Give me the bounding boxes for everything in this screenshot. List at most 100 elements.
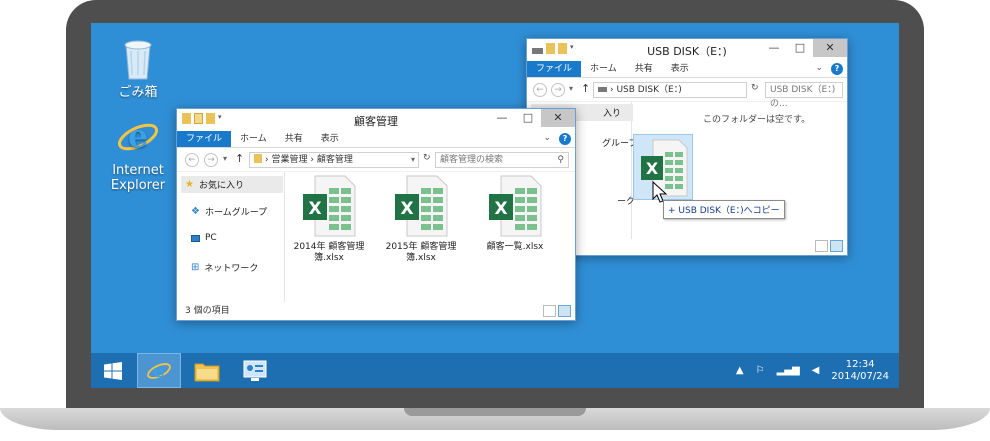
desktop-icon-label: Internet Explorer [110,163,166,193]
back-button[interactable]: ← [185,153,199,167]
pc-icon [191,234,200,242]
view-buttons [543,305,571,317]
titlebar[interactable]: ▾ USB DISK（E：) — □ ✕ [527,39,847,61]
desktop-icon-internet-explorer[interactable]: e Internet Explorer [103,115,173,193]
window-controls: — □ ✕ [761,39,847,57]
address-text: USB DISK（E：) [616,85,682,95]
taskbar: e ▲ ⚐ ▂▄▆ ◀ 12:34 2014/07/24 [91,353,899,388]
file-list[interactable]: このフォルダーは空です。 X + USB DISK（E：)へコピー [633,102,847,239]
clock[interactable]: 12:34 2014/07/24 [831,359,889,383]
volume-icon[interactable]: ◀ [812,365,820,376]
search-input[interactable]: 顧客管理の検索 ⚲ [435,152,569,168]
nav-label: PC [205,233,217,243]
nav-pc[interactable]: PC [191,233,217,243]
tab-file[interactable]: ファイル [177,131,232,147]
search-placeholder: 顧客管理の検索 [440,155,504,165]
network-signal-icon[interactable]: ▂▄▆ [777,365,800,376]
desktop-icon-label: ごみ箱 [118,85,158,100]
up-button[interactable]: ↑ [581,82,590,95]
svg-text:X: X [494,199,507,219]
action-center-icon[interactable]: ⚐ [756,365,765,376]
forward-button[interactable]: → [204,153,218,167]
tab-home[interactable]: ホーム [581,61,626,77]
svg-text:X: X [400,199,413,219]
file-item[interactable]: X 2015年 顧客管理簿.xlsx [385,174,457,264]
breadcrumb-item[interactable]: 営業管理 [271,155,307,165]
nav-favorites[interactable]: ★ お気に入り [181,176,283,193]
details-view-button[interactable] [543,305,556,317]
nav-label: 入り [603,109,622,119]
ribbon-tabs: ファイル ホーム 共有 表示 ⌄ ? [177,131,575,148]
refresh-icon[interactable]: ↻ [423,153,431,163]
tab-share[interactable]: 共有 [276,131,312,147]
file-name: 顧客一覧.xlsx [486,242,544,252]
breadcrumb-item[interactable]: 顧客管理 [317,155,353,165]
titlebar[interactable]: ▾ 顧客管理 — □ ✕ [177,109,575,131]
address-bar[interactable]: › 営業管理 › 顧客管理 ▾ [249,152,419,168]
explorer-window-customer[interactable]: ▾ 顧客管理 — □ ✕ ファイル ホーム 共有 表示 ⌄ ? ← → ▾ ↑ … [176,108,576,321]
maximize-button[interactable]: □ [515,109,541,127]
file-item[interactable]: X 顧客一覧.xlsx [479,174,551,253]
back-button[interactable]: ← [533,83,547,97]
address-bar[interactable]: › USB DISK（E：) [593,82,747,98]
desktop: ごみ箱 e Internet Explorer ▾ USB DISK（E：) — [91,23,899,388]
drag-tooltip: + USB DISK（E：)へコピー [663,200,785,219]
tab-view[interactable]: 表示 [662,61,698,77]
empty-folder-message: このフォルダーは空です。 [703,115,811,125]
tab-view[interactable]: 表示 [312,131,348,147]
minimize-button[interactable]: — [761,39,787,57]
recent-chevron-icon[interactable]: ▾ [223,154,227,163]
nav-homegroup[interactable]: ❖ ホームグループ [191,205,267,218]
close-button[interactable]: ✕ [813,39,847,57]
search-input[interactable]: USB DISK（E：)の... [765,82,843,109]
laptop-mockup: ごみ箱 e Internet Explorer ▾ USB DISK（E：) — [0,0,990,441]
nav-label: ホームグループ [204,208,268,218]
file-explorer-icon [194,363,220,381]
homegroup-icon: ❖ [191,206,200,217]
details-view-button[interactable] [815,240,828,252]
address-dropdown-icon[interactable]: ▾ [411,153,415,167]
recent-chevron-icon[interactable]: ▾ [569,84,573,93]
minimize-button[interactable]: — [489,109,515,127]
item-count: 3 個の項目 [185,306,230,316]
large-icons-view-button[interactable] [558,305,571,317]
svg-text:e: e [153,359,165,381]
clock-date: 2014/07/24 [831,370,889,382]
file-name: 2015年 顧客管理簿.xlsx [385,242,457,263]
tab-file[interactable]: ファイル [527,61,582,77]
start-button[interactable] [91,353,135,388]
file-item[interactable]: X 2014年 顧客管理簿.xlsx [293,174,365,264]
expand-ribbon-icon[interactable]: ⌄ [543,133,551,145]
nav-label: ネットワーク [204,264,259,274]
expand-ribbon-icon[interactable]: ⌄ [815,63,823,75]
help-icon[interactable]: ? [559,133,571,145]
large-icons-view-button[interactable] [830,240,843,252]
nav-label: お気に入り [198,181,244,191]
svg-text:X: X [308,199,321,219]
excel-file-icon: X [303,175,356,237]
recycle-bin-icon [124,40,152,80]
tab-share[interactable]: 共有 [626,61,662,77]
internet-explorer-icon: e [117,117,159,155]
taskbar-file-explorer[interactable] [185,353,229,388]
file-list[interactable]: X 2014年 顧客管理簿.xlsx X 2015年 顧客管理簿.xlsx X … [287,172,575,302]
network-icon: ⊞ [191,262,200,273]
windows-logo-icon [104,361,122,380]
maximize-button[interactable]: □ [787,39,813,57]
window-controls: — □ ✕ [489,109,575,127]
taskbar-control-panel[interactable] [233,353,277,388]
show-hidden-icons-icon[interactable]: ▲ [736,365,744,376]
tab-home[interactable]: ホーム [231,131,276,147]
help-icon[interactable]: ? [831,63,843,75]
forward-button[interactable]: → [551,83,565,97]
laptop-notch [404,408,586,416]
svg-text:e: e [128,117,148,155]
drive-icon [598,87,607,92]
desktop-icon-recycle-bin[interactable]: ごみ箱 [103,37,173,100]
up-button[interactable]: ↑ [235,152,244,165]
taskbar-internet-explorer[interactable]: e [137,353,181,388]
refresh-icon[interactable]: ↻ [751,83,759,93]
excel-file-icon: X [395,175,448,237]
nav-network[interactable]: ⊞ ネットワーク [191,261,258,274]
close-button[interactable]: ✕ [541,109,575,127]
